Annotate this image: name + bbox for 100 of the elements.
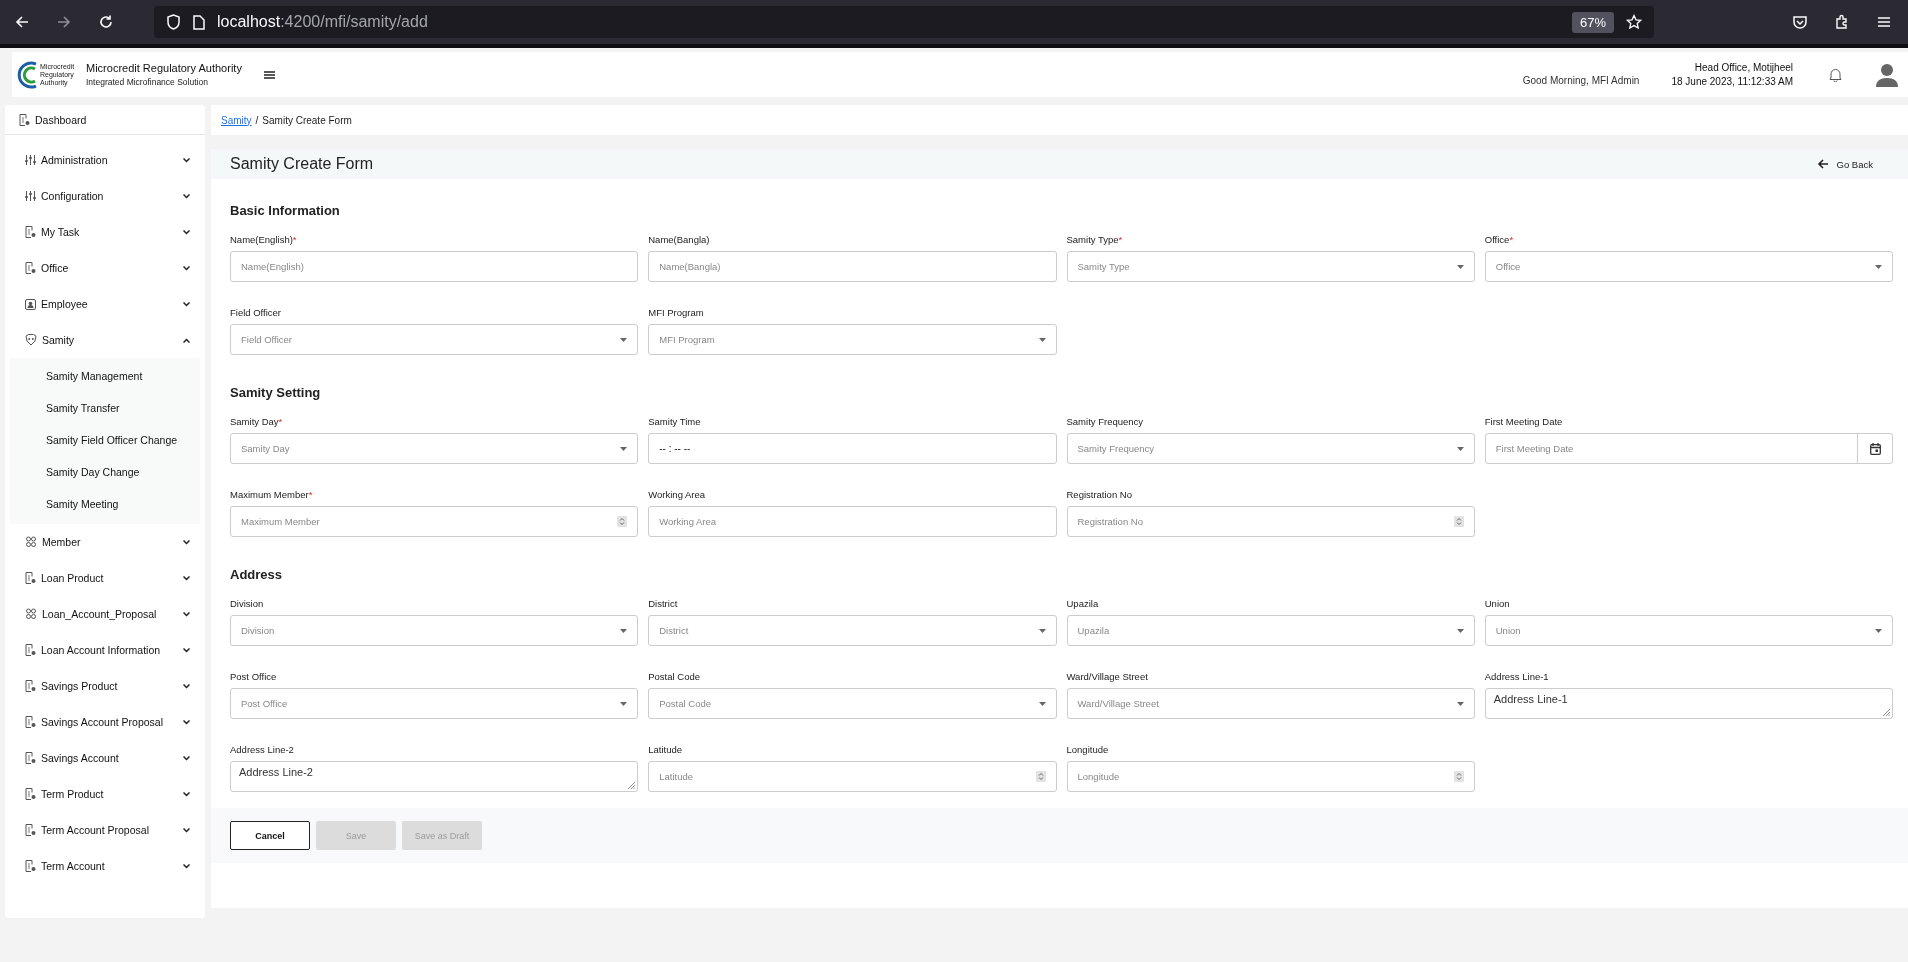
number-field[interactable]: Longitude [1066, 761, 1475, 792]
sidebar-item[interactable]: My Task [5, 214, 205, 250]
menu-icon[interactable] [263, 70, 275, 79]
field-label: Maximum Member* [230, 489, 314, 500]
reload-icon[interactable] [98, 14, 114, 30]
dropdown-caret-icon [620, 628, 628, 633]
submenu-item[interactable]: Samity Management [10, 360, 200, 392]
org-name: Microcredit Regulatory Authority [86, 62, 242, 74]
field-label: Division [230, 598, 265, 609]
submenu-item[interactable]: Samity Field Officer Change [10, 424, 200, 456]
back-arrow-icon[interactable] [14, 14, 30, 30]
chevron-down-icon [183, 157, 190, 163]
select-field[interactable]: Office [1484, 251, 1893, 282]
dropdown-caret-icon [1456, 701, 1464, 706]
pocket-icon[interactable] [1792, 14, 1808, 30]
select-field[interactable]: Samity Type [1066, 251, 1475, 282]
field-label: Address Line-1 [1484, 671, 1550, 682]
address-bar[interactable]: localhost:4200/mfi/samity/add 67% [154, 6, 1654, 38]
document-icon [19, 113, 30, 126]
select-field[interactable]: District [648, 615, 1057, 646]
forward-arrow-icon[interactable] [56, 14, 72, 30]
resize-handle-icon[interactable] [628, 782, 636, 789]
field-label: Name(Bangla) [648, 234, 711, 245]
sidebar-item[interactable]: Member [5, 524, 205, 560]
sidebar-item[interactable]: Administration [5, 142, 205, 178]
dropdown-caret-icon [1038, 701, 1046, 706]
sidebar-item[interactable]: Dashboard [5, 105, 205, 135]
number-field[interactable]: Latitude [648, 761, 1057, 792]
extensions-icon[interactable] [1834, 14, 1850, 30]
submenu-item[interactable]: Samity Day Change [10, 456, 200, 488]
select-field[interactable]: Union [1484, 615, 1893, 646]
document-icon [25, 752, 36, 764]
submenu-item[interactable]: Samity Meeting [10, 488, 200, 520]
section-heading: Address [230, 567, 284, 582]
sidebar-item[interactable]: Loan_Account_Proposal [5, 596, 205, 632]
breadcrumb-link[interactable]: Samity [221, 114, 252, 126]
bell-icon[interactable] [1829, 67, 1842, 82]
sidebar-item[interactable]: Term Account [5, 848, 205, 884]
select-field[interactable]: Samity Frequency [1066, 433, 1475, 464]
select-field[interactable]: MFI Program [648, 324, 1057, 355]
select-field[interactable]: Field Officer [230, 324, 639, 355]
chevron-down-icon [183, 301, 190, 307]
number-field[interactable]: Registration No [1066, 506, 1475, 537]
sidebar-item[interactable]: Loan Product [5, 560, 205, 596]
chevron-down-icon [183, 229, 190, 235]
sidebar-item[interactable]: Employee [5, 286, 205, 322]
textarea-field[interactable]: Address Line-2 [230, 761, 639, 792]
chevron-down-icon [183, 683, 190, 689]
zoom-level-badge[interactable]: 67% [1571, 11, 1614, 33]
chevron-up-icon [183, 337, 190, 343]
document-icon [25, 572, 36, 584]
sidebar-item[interactable]: Configuration [5, 178, 205, 214]
select-field[interactable]: Ward/Village Street [1066, 688, 1475, 719]
time-field[interactable]: -- : -- -- [648, 433, 1057, 464]
chevron-down-icon [183, 863, 190, 869]
sidebar-item[interactable]: Savings Account Proposal [5, 704, 205, 740]
input-field[interactable]: Working Area [648, 506, 1057, 537]
field-label: Samity Type* [1066, 234, 1124, 245]
dropdown-caret-icon [1038, 628, 1046, 633]
select-field[interactable]: Division [230, 615, 639, 646]
calendar-icon[interactable] [1869, 442, 1881, 455]
sidebar-item[interactable]: Office [5, 250, 205, 286]
chevron-down-icon [183, 539, 190, 545]
sidebar-item[interactable]: Term Account Proposal [5, 812, 205, 848]
sidebar-item[interactable]: Loan Account Information [5, 632, 205, 668]
dropdown-caret-icon [620, 701, 628, 706]
dropdown-caret-icon [1456, 628, 1464, 633]
select-field[interactable]: Postal Code [648, 688, 1057, 719]
select-field[interactable]: Samity Day [230, 433, 639, 464]
input-field[interactable]: Name(English) [230, 251, 639, 282]
sidebar-item[interactable]: Savings Account [5, 740, 205, 776]
number-field[interactable]: Maximum Member [230, 506, 639, 537]
go-back-link[interactable]: Go Back [1816, 158, 1873, 170]
chevron-down-icon [183, 611, 190, 617]
sliders-icon [25, 190, 36, 202]
sidebar-item[interactable]: Term Product [5, 776, 205, 812]
field-label: Samity Frequency [1066, 416, 1145, 427]
back-arrow-icon [1816, 159, 1829, 169]
date-field[interactable]: First Meeting Date [1484, 433, 1893, 464]
org-subtitle: Integrated Microfinance Solution [86, 77, 209, 87]
select-field[interactable]: Post Office [230, 688, 639, 719]
input-field[interactable]: Name(Bangla) [648, 251, 1057, 282]
select-field[interactable]: Upazila [1066, 615, 1475, 646]
people-icon [25, 536, 37, 548]
field-label: Address Line-2 [230, 744, 295, 755]
form-button[interactable]: Cancel [230, 821, 310, 850]
chevron-down-icon [183, 827, 190, 833]
document-icon [25, 824, 36, 836]
resize-handle-icon[interactable] [1883, 709, 1890, 716]
star-icon[interactable] [1626, 14, 1642, 30]
field-label: Ward/Village Street [1066, 671, 1149, 682]
user-avatar-icon[interactable] [1876, 62, 1898, 87]
submenu-item[interactable]: Samity Transfer [10, 392, 200, 424]
dropdown-caret-icon [1456, 446, 1464, 451]
sidebar-item[interactable]: Savings Product [5, 668, 205, 704]
textarea-field[interactable]: Address Line-1 [1484, 688, 1893, 719]
field-label: Registration No [1066, 489, 1133, 500]
form-title: Samity Create Form [230, 155, 374, 173]
field-label: MFI Program [648, 307, 705, 318]
menu-icon[interactable] [1876, 14, 1892, 30]
